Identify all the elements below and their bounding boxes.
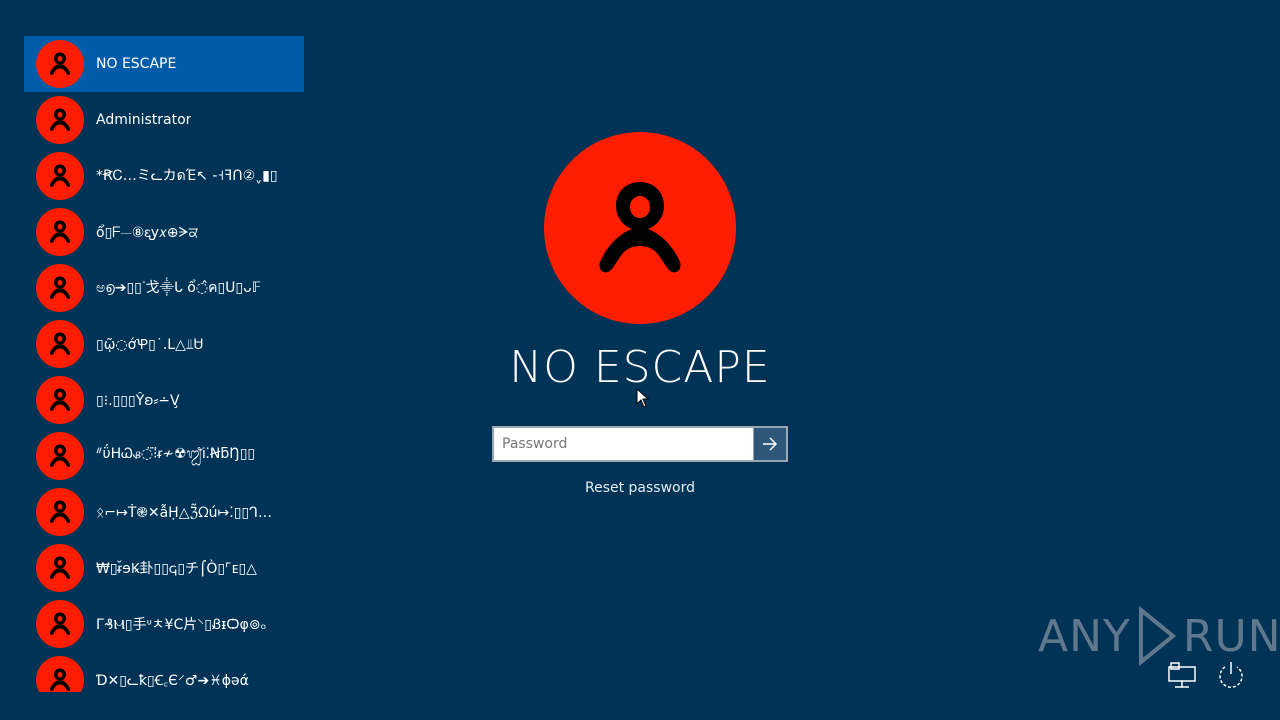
user-name: Administrator bbox=[96, 112, 192, 128]
network-button[interactable] bbox=[1166, 658, 1200, 692]
selected-user-name: NO ESCAPE bbox=[509, 342, 771, 393]
user-avatar bbox=[36, 376, 84, 424]
user-icon bbox=[49, 444, 71, 468]
user-name: ổ▯ᖴ⏤⑧ᶓy𝑥⊕ᗒਕ bbox=[96, 224, 199, 241]
user-avatar bbox=[36, 488, 84, 536]
user-list-item[interactable]: ▯ῷ◌ớꝔ▯˙.ᒪ△⫫Ꮜ bbox=[24, 316, 304, 372]
user-icon bbox=[49, 164, 71, 188]
user-avatar bbox=[36, 600, 84, 648]
user-list-item[interactable]: ₩▯ᵲ̌ɘꝂ卦▯▯𐌾▯チ⌠Ò▯⌜ᴇ▯△ bbox=[24, 540, 304, 596]
user-list-item[interactable]: Г₰Ⲙ▯手ᶸㅊ¥C片⸌▯ᏰᵻѺφ⊚ₒ bbox=[24, 596, 304, 652]
user-list-item[interactable]: ಅ൭➔▯▯ᐝ戈⸎ᒐ ổ◌̂ค▯ᑌ▯ᴗ𝔽 bbox=[24, 260, 304, 316]
user-name: ▯ῷ◌ớꝔ▯˙.ᒪ△⫫Ꮜ bbox=[96, 336, 204, 353]
user-name: NO ESCAPE bbox=[96, 56, 177, 72]
play-logo-icon bbox=[1138, 606, 1177, 666]
user-list-item[interactable]: ᛟ⌐↦Ṫ֎✕ẫḤ△ℨ̃ᘯú↦⁚▯▯ᒉ… bbox=[24, 484, 304, 540]
user-list-item[interactable]: ᐥΰHᏇᏸ◌̈⁝̈ᵲ≁☢ᬐᎥ⁚ꞤƃŊ▯▯ bbox=[24, 428, 304, 484]
user-name: Ɗ✕▯ᓚꝁ▯Ꞓ꜀Є⸍♂➔♓ɸəά bbox=[96, 672, 249, 689]
user-avatar bbox=[36, 656, 84, 692]
password-box bbox=[492, 426, 788, 462]
anyrun-watermark: ANY RUN bbox=[1038, 606, 1280, 666]
user-icon bbox=[49, 276, 71, 300]
user-avatar bbox=[36, 432, 84, 480]
user-name: ᛟ⌐↦Ṫ֎✕ẫḤ△ℨ̃ᘯú↦⁚▯▯ᒉ… bbox=[96, 504, 272, 521]
user-icon bbox=[599, 182, 681, 273]
power-icon bbox=[1219, 662, 1243, 688]
user-name: ಅ൭➔▯▯ᐝ戈⸎ᒐ ổ◌̂ค▯ᑌ▯ᴗ𝔽 bbox=[96, 280, 262, 296]
user-avatar bbox=[36, 208, 84, 256]
user-list-item[interactable]: *ꞦᏟ…ミᓚカดΈ↖ -˧ꟻᑎ②ˬ▮▯ bbox=[24, 148, 304, 204]
user-list-item[interactable]: Ɗ✕▯ᓚꝁ▯Ꞓ꜀Є⸍♂➔♓ɸəά bbox=[24, 652, 304, 692]
user-icon bbox=[49, 612, 71, 636]
user-icon bbox=[49, 668, 71, 692]
user-name: *ꞦᏟ…ミᓚカดΈ↖ -˧ꟻᑎ②ˬ▮▯ bbox=[96, 168, 278, 184]
user-name: ▯⁝.▯▯▯Ŷʚ⸗∸V̧ bbox=[96, 392, 180, 409]
arrow-right-icon bbox=[763, 437, 778, 451]
password-input[interactable] bbox=[494, 428, 753, 460]
user-name: ₩▯ᵲ̌ɘꝂ卦▯▯𐌾▯チ⌠Ò▯⌜ᴇ▯△ bbox=[96, 561, 257, 577]
user-name: ᐥΰHᏇᏸ◌̈⁝̈ᵲ≁☢ᬐᎥ⁚ꞤƃŊ▯▯ bbox=[96, 445, 256, 462]
user-icon bbox=[49, 388, 71, 412]
user-list-item[interactable]: NO ESCAPE bbox=[24, 36, 304, 92]
submit-button[interactable] bbox=[753, 428, 786, 460]
user-name: Г₰Ⲙ▯手ᶸㅊ¥C片⸌▯ᏰᵻѺφ⊚ₒ bbox=[96, 617, 267, 633]
user-avatar bbox=[36, 40, 84, 88]
user-avatar bbox=[36, 544, 84, 592]
user-icon bbox=[49, 332, 71, 356]
user-list-item[interactable]: Administrator bbox=[24, 92, 304, 148]
watermark-right-text: RUN bbox=[1182, 610, 1280, 662]
user-list-item[interactable]: ▯⁝.▯▯▯Ŷʚ⸗∸V̧ bbox=[24, 372, 304, 428]
user-avatar bbox=[36, 152, 84, 200]
network-icon bbox=[1168, 662, 1196, 688]
user-icon bbox=[49, 556, 71, 580]
reset-password-link[interactable]: Reset password bbox=[540, 480, 740, 496]
user-avatar bbox=[36, 264, 84, 312]
user-icon bbox=[49, 500, 71, 524]
user-list-item[interactable]: ổ▯ᖴ⏤⑧ᶓy𝑥⊕ᗒਕ bbox=[24, 204, 304, 260]
selected-user-avatar bbox=[544, 132, 736, 324]
user-avatar bbox=[36, 96, 84, 144]
user-icon bbox=[49, 220, 71, 244]
mouse-cursor-icon bbox=[636, 387, 650, 412]
user-list: NO ESCAPE Administrator *ꞦᏟ…ミᓚカดΈ↖ -˧ꟻᑎ②ˬ▮… bbox=[24, 36, 304, 692]
user-avatar bbox=[36, 320, 84, 368]
watermark-left-text: ANY bbox=[1038, 610, 1131, 662]
user-icon bbox=[49, 52, 71, 76]
power-button[interactable] bbox=[1214, 658, 1248, 692]
user-icon bbox=[49, 108, 71, 132]
